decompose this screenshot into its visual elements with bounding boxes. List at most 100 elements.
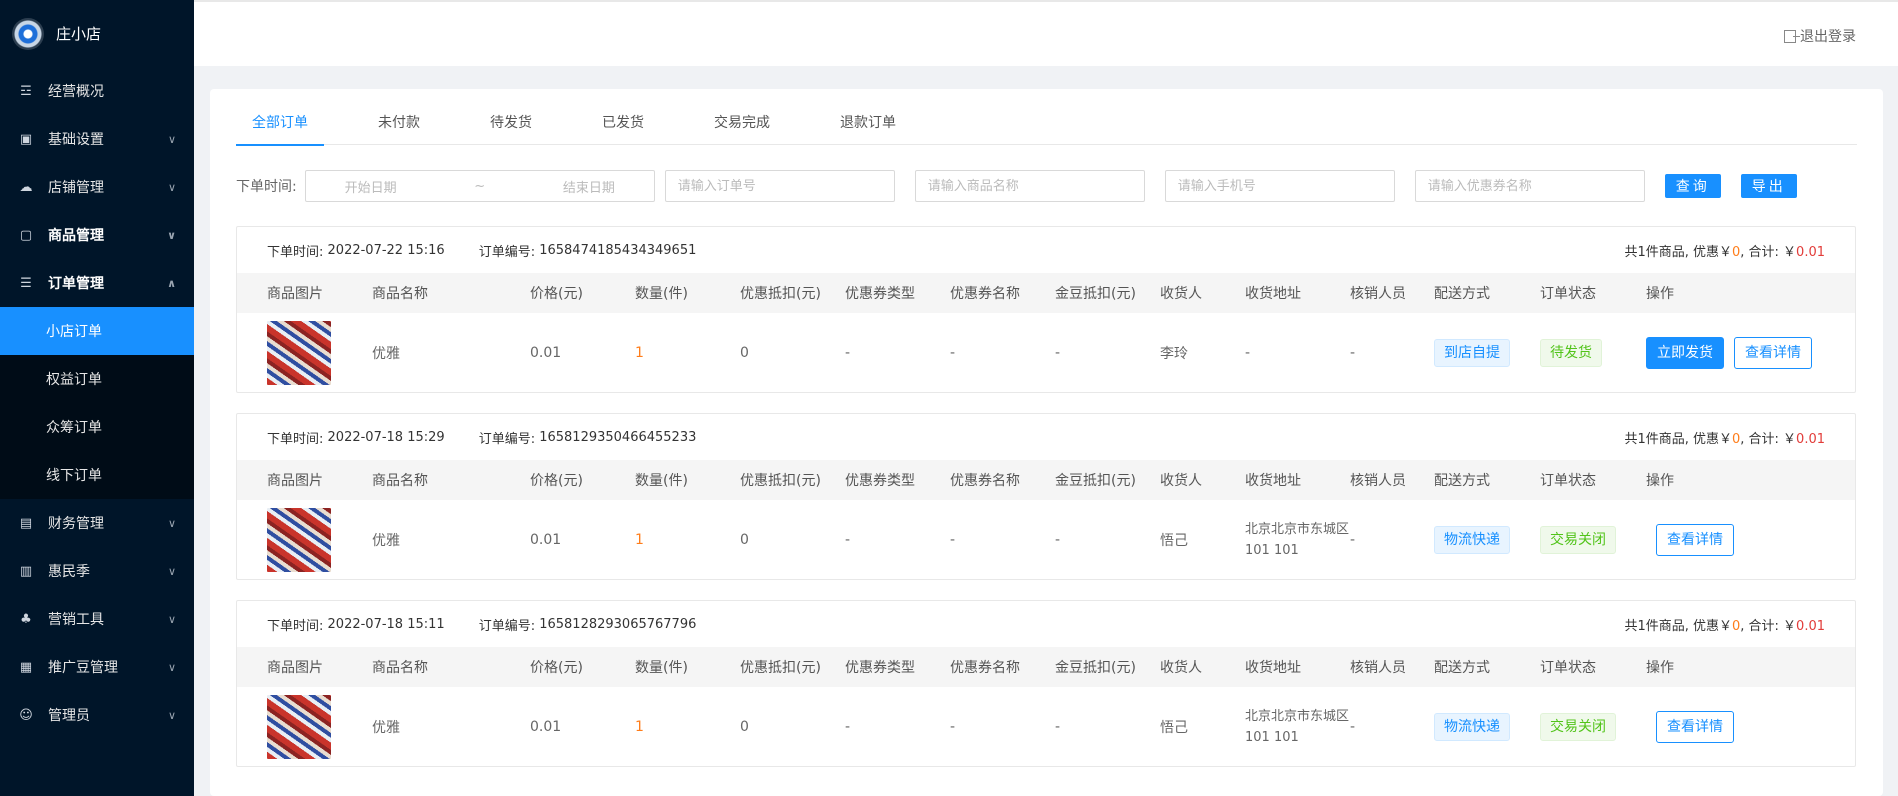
chevron-down-icon: ∨	[167, 132, 176, 146]
sidebar-item-finance[interactable]: ▤ 财务管理 ∨	[0, 499, 194, 547]
coupon-name-input[interactable]	[1414, 170, 1645, 202]
table-header: 商品图片 商品名称 价格(元) 数量(件) 优惠抵扣(元) 优惠券类型 优惠券名…	[237, 460, 1855, 500]
sidebar-item-label: 经营概况	[48, 84, 104, 100]
order-summary: 共1件商品, 优惠￥0, 合计: ￥0.01	[1624, 615, 1825, 634]
brand[interactable]: 庄小店	[0, 0, 194, 67]
th-name: 商品名称	[372, 660, 428, 676]
order-time-label: 下单时间:	[236, 179, 297, 195]
sidebar-item-promo-beans[interactable]: ▦ 推广豆管理 ∨	[0, 643, 194, 691]
order-time-label: 下单时间:	[267, 618, 324, 634]
product-name: 优雅	[372, 345, 400, 362]
sidebar: 庄小店 ☲ 经营概况 ▣ 基础设置 ∨ ☁ 店铺管理 ∨ ▢ 商品管理 ∨ ☰ …	[0, 0, 194, 796]
sidebar-item-benefit-orders[interactable]: 权益订单	[0, 355, 194, 403]
sidebar-item-label: 店铺管理	[48, 180, 104, 196]
order-summary: 共1件商品, 优惠￥0, 合计: ￥0.01	[1624, 428, 1825, 447]
tab-refund[interactable]: 退款订单	[824, 101, 912, 145]
th-price: 价格(元)	[530, 286, 583, 302]
tab-all-orders[interactable]: 全部订单	[236, 101, 324, 146]
th-verifier: 核销人员	[1350, 660, 1406, 676]
summary-mid: , 合计: ￥	[1740, 618, 1797, 634]
sidebar-item-store[interactable]: ☁ 店铺管理 ∨	[0, 163, 194, 211]
sidebar-item-label: 订单管理	[48, 276, 104, 292]
order-no-input[interactable]	[664, 170, 895, 202]
chevron-down-icon: ∨	[167, 180, 176, 194]
tools-icon: ♣	[20, 611, 32, 627]
th-bean: 金豆抵扣(元)	[1055, 286, 1136, 302]
th-image: 商品图片	[267, 286, 323, 302]
tab-unpaid[interactable]: 未付款	[362, 101, 436, 145]
delivery-badge: 物流快递	[1434, 712, 1510, 741]
delivery-badge: 到店自提	[1434, 338, 1510, 367]
tab-to-ship[interactable]: 待发货	[474, 101, 548, 145]
sidebar-menu: ☲ 经营概况 ▣ 基础设置 ∨ ☁ 店铺管理 ∨ ▢ 商品管理 ∨ ☰ 订单管理…	[0, 67, 194, 739]
price: 0.01	[530, 344, 562, 361]
address: -	[1245, 344, 1251, 361]
sidebar-item-products[interactable]: ▢ 商品管理 ∨	[0, 211, 194, 259]
chevron-up-icon: ∧	[167, 276, 176, 290]
sidebar-item-store-orders[interactable]: 小店订单	[0, 307, 194, 355]
th-bean: 金豆抵扣(元)	[1055, 660, 1136, 676]
sidebar-item-overview[interactable]: ☲ 经营概况	[0, 67, 194, 115]
phone-input[interactable]	[1164, 170, 1395, 202]
delivery-badge: 物流快递	[1434, 525, 1510, 554]
tab-completed[interactable]: 交易完成	[698, 101, 786, 145]
brand-name: 庄小店	[56, 25, 102, 43]
total-value: 0.01	[1796, 431, 1825, 447]
th-image: 商品图片	[267, 660, 323, 676]
th-verifier: 核销人员	[1350, 473, 1406, 489]
product-thumbnail[interactable]	[267, 320, 331, 385]
sidebar-item-huiminji[interactable]: ▥ 惠民季 ∨	[0, 547, 194, 595]
th-name: 商品名称	[372, 286, 428, 302]
ship-now-button[interactable]: 立即发货	[1646, 336, 1724, 369]
cloud-icon: ☁	[19, 179, 33, 195]
th-price: 价格(元)	[530, 473, 583, 489]
bean-deduct: -	[1055, 531, 1061, 548]
summary-prefix: 共1件商品, 优惠￥	[1624, 431, 1732, 447]
bean-deduct: -	[1055, 344, 1061, 361]
chevron-down-icon: ∨	[167, 516, 176, 530]
sidebar-item-orders[interactable]: ☰ 订单管理 ∧	[0, 259, 194, 307]
th-verifier: 核销人员	[1350, 286, 1406, 302]
table-row: 优雅 0.01 1 0 - - - 悟己 北京北京市东城区101 101 - 物…	[237, 687, 1855, 766]
start-date-placeholder: 开始日期	[344, 180, 397, 196]
th-status: 订单状态	[1540, 286, 1596, 302]
order-card: 下单时间: 2022-07-18 15:11 订单编号: 16581282930…	[236, 600, 1856, 767]
th-receiver: 收货人	[1160, 660, 1202, 676]
product-thumbnail[interactable]	[267, 694, 331, 759]
quantity: 1	[635, 718, 644, 735]
verifier: -	[1350, 344, 1356, 361]
order-time-label: 下单时间:	[267, 244, 324, 260]
export-button[interactable]: 导出	[1740, 174, 1797, 198]
logout-button[interactable]: 退出登录	[1784, 26, 1856, 46]
tab-shipped[interactable]: 已发货	[586, 101, 660, 145]
sidebar-item-offline-orders[interactable]: 线下订单	[0, 451, 194, 499]
wallet-icon: ▤	[19, 515, 33, 531]
logo-icon	[12, 17, 44, 50]
receiver: 悟己	[1160, 532, 1188, 549]
sidebar-item-admin[interactable]: ☺ 管理员 ∨	[0, 691, 194, 739]
th-delivery: 配送方式	[1434, 286, 1490, 302]
view-details-button[interactable]: 查看详情	[1656, 710, 1734, 743]
sidebar-item-crowdfunding-orders[interactable]: 众筹订单	[0, 403, 194, 451]
th-receiver: 收货人	[1160, 286, 1202, 302]
bean-deduct: -	[1055, 718, 1061, 735]
quantity: 1	[635, 531, 644, 548]
table-header: 商品图片 商品名称 价格(元) 数量(件) 优惠抵扣(元) 优惠券类型 优惠券名…	[237, 647, 1855, 687]
order-no: 1658474185434349651	[539, 242, 697, 258]
sidebar-item-label: 商品管理	[48, 228, 104, 244]
discount-deduct: 0	[740, 718, 749, 735]
th-coupon-type: 优惠券类型	[845, 660, 915, 676]
query-button[interactable]: 查询	[1664, 174, 1721, 198]
product-name-input[interactable]	[914, 170, 1145, 202]
th-status: 订单状态	[1540, 473, 1596, 489]
date-range-picker[interactable]: 开始日期 ~ 结束日期	[304, 170, 655, 202]
main-content: 全部订单 未付款 待发货 已发货 交易完成 退款订单 下单时间: 开始日期 ~ …	[210, 89, 1883, 796]
view-details-button[interactable]: 查看详情	[1656, 523, 1734, 556]
product-thumbnail[interactable]	[267, 507, 331, 572]
sidebar-item-basic-settings[interactable]: ▣ 基础设置 ∨	[0, 115, 194, 163]
th-deduct: 优惠抵扣(元)	[740, 473, 821, 489]
th-deduct: 优惠抵扣(元)	[740, 286, 821, 302]
view-details-button[interactable]: 查看详情	[1734, 336, 1812, 369]
th-delivery: 配送方式	[1434, 473, 1490, 489]
sidebar-item-marketing[interactable]: ♣ 营销工具 ∨	[0, 595, 194, 643]
